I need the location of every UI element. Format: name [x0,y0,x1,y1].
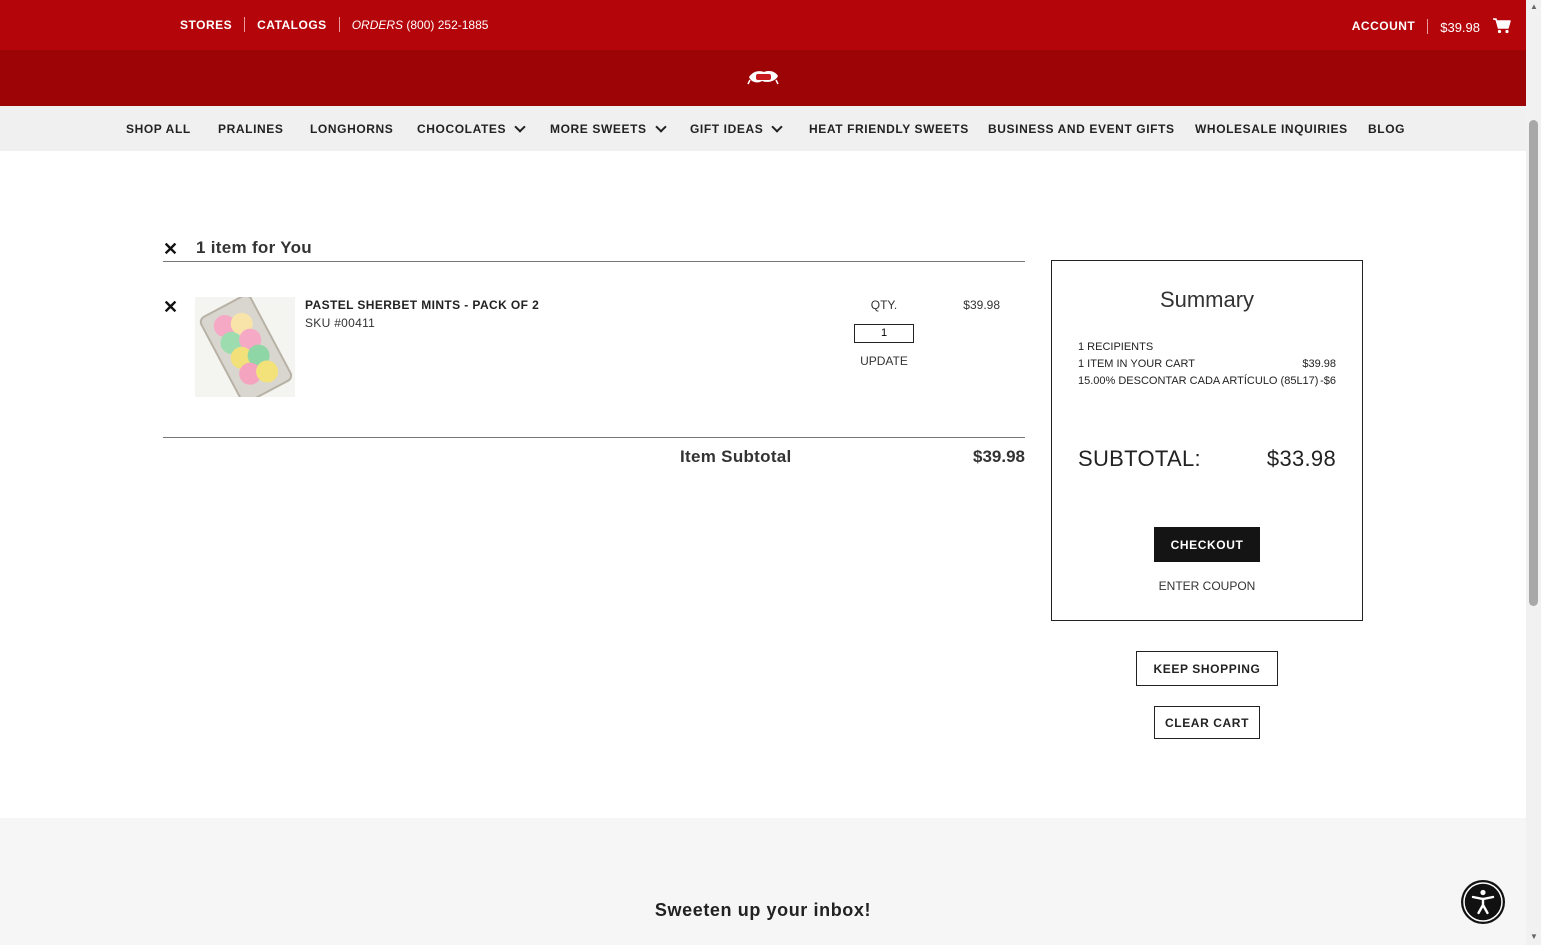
nav-label: MORE SWEETS [550,122,647,136]
remove-group-icon[interactable]: ✕ [163,240,178,258]
discount-value: -$6 [1320,375,1336,387]
order-summary: Summary 1 RECIPIENTS 1 ITEM IN YOUR CART… [1051,260,1363,621]
divider [1427,18,1429,34]
nav-pralines[interactable]: PRALINES [218,122,283,136]
product-thumbnail[interactable] [195,297,295,397]
scroll-up-icon[interactable]: ▲ [1529,2,1539,11]
recipients-count: 1 RECIPIENTS [1078,341,1154,353]
nav-label: HEAT FRIENDLY SWEETS [809,122,969,136]
nav-label: BUSINESS AND EVENT GIFTS [988,122,1175,136]
nav-label: PRALINES [218,122,284,136]
newsletter-section: Sweeten up your inbox! [0,818,1526,945]
summary-discount-row: 15.00% DESCONTAR CADA ARTÍCULO (85L17) -… [1078,375,1336,387]
product-sku: SKU #00411 [305,316,376,330]
scrollbar-thumb[interactable] [1529,120,1538,606]
summary-subtotal-row: SUBTOTAL: $33.98 [1078,446,1336,472]
summary-recipients-row: 1 RECIPIENTS [1078,341,1336,353]
top-links: STORES CATALOGS ORDERS (800) 252-1885 [180,17,488,32]
nav-label: GIFT IDEAS [690,122,764,136]
qty-label: QTY. [870,298,898,312]
enter-coupon-link[interactable]: ENTER COUPON [1052,579,1362,593]
scroll-down-icon[interactable]: ▼ [1529,932,1539,941]
logo-band [0,50,1526,106]
account-link[interactable]: ACCOUNT [1352,19,1416,33]
nav-label: WHOLESALE INQUIRIES [1195,122,1348,136]
page: STORES CATALOGS ORDERS (800) 252-1885 AC… [0,0,1526,945]
nav-shop-all[interactable]: SHOP ALL [126,122,191,136]
nav-label: SHOP ALL [126,122,191,136]
item-price: $39.98 [963,298,1000,312]
items-value: $39.98 [1302,358,1336,370]
divider [244,17,246,32]
brand-logo[interactable] [747,68,779,86]
update-link[interactable]: UPDATE [850,354,918,368]
summary-title: Summary [1159,287,1255,312]
orders-phone-link[interactable]: ORDERS (800) 252-1885 [352,18,489,32]
main-nav: SHOP ALL PRALINES LONGHORNS CHOCOLATES M… [0,106,1526,151]
item-subtotal-label: Item Subtotal [680,447,792,466]
nav-wholesale-inquiries[interactable]: WHOLESALE INQUIRIES [1195,122,1348,136]
nav-longhorns[interactable]: LONGHORNS [310,122,393,136]
nav-label: BLOG [1368,122,1406,136]
summary-items-row: 1 ITEM IN YOUR CART $39.98 [1078,358,1336,370]
cart-total[interactable]: $39.98 [1440,20,1480,35]
nav-blog[interactable]: BLOG [1368,122,1405,136]
chevron-down-icon [654,121,667,133]
subtotal-value: $33.98 [1266,446,1336,471]
nav-more-sweets[interactable]: MORE SWEETS [550,121,667,136]
nav-label: CHOCOLATES [417,122,507,136]
chevron-down-icon [514,121,526,133]
nav-gift-ideas[interactable]: GIFT IDEAS [690,121,784,136]
items-label: 1 ITEM IN YOUR CART [1078,358,1195,370]
divider [338,17,340,32]
nav-chocolates[interactable]: CHOCOLATES [417,121,526,136]
item-subtotal-value: $39.98 [973,447,1025,466]
accessibility-icon[interactable] [1461,880,1505,924]
newsletter-heading: Sweeten up your inbox! [654,900,872,920]
orders-phone: (800) 252-1885 [406,17,489,32]
shopping-cart-icon[interactable] [1492,17,1512,35]
remove-item-icon[interactable]: ✕ [163,298,178,316]
recipient-group-title: 1 item for You [196,238,312,257]
checkout-button[interactable]: CHECKOUT [1154,527,1260,562]
divider [163,437,1025,438]
stores-link[interactable]: STORES [180,18,232,32]
nav-label: LONGHORNS [310,122,394,136]
subtotal-label: SUBTOTAL: [1078,446,1201,471]
nav-business-event-gifts[interactable]: BUSINESS AND EVENT GIFTS [988,122,1175,136]
discount-label: 15.00% DESCONTAR CADA ARTÍCULO (85L17) [1078,375,1319,387]
catalogs-link[interactable]: CATALOGS [257,18,327,32]
nav-heat-friendly-sweets[interactable]: HEAT FRIENDLY SWEETS [809,122,969,136]
product-name[interactable]: PASTEL SHERBET MINTS - PACK OF 2 [305,298,539,312]
keep-shopping-button[interactable]: KEEP SHOPPING [1136,651,1278,686]
chevron-down-icon [771,121,784,133]
top-utility-bar: STORES CATALOGS ORDERS (800) 252-1885 AC… [0,0,1526,50]
quantity-input[interactable] [854,324,914,343]
recipient-group-header: ✕ 1 item for You [163,238,1025,262]
clear-cart-button[interactable]: CLEAR CART [1154,706,1260,739]
orders-label: ORDERS [351,17,404,32]
top-right-links: ACCOUNT $39.98 [1352,17,1512,35]
